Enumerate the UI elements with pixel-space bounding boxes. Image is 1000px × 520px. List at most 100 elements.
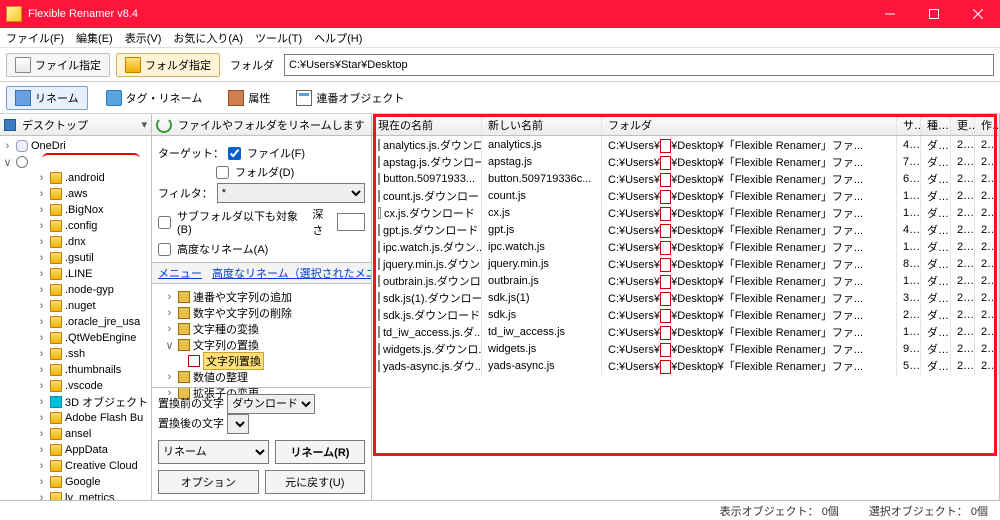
tree-folder[interactable]: ›ly_metrics xyxy=(2,490,149,500)
col-updated[interactable]: 更... xyxy=(951,114,975,135)
run-button[interactable]: リネーム(R) xyxy=(275,440,365,464)
ops-node[interactable]: ∨文字列の置換 xyxy=(164,337,365,353)
tree-root-label[interactable]: デスクトップ xyxy=(22,117,135,133)
ops-menu-tab[interactable]: メニュー xyxy=(158,265,202,281)
tree-folder[interactable]: ›.nuget xyxy=(2,298,149,314)
ops-node[interactable]: ›数値の整理 xyxy=(164,369,365,385)
after-label: 置換後の文字 xyxy=(158,418,224,430)
col-current[interactable]: 現在の名前 xyxy=(372,114,482,135)
menubar: ファイル(F) 編集(E) 表示(V) お気に入り(A) ツール(T) ヘルプ(… xyxy=(0,28,1000,48)
folder-spec-button[interactable]: フォルダ指定 xyxy=(116,53,220,77)
folder-icon xyxy=(50,252,62,264)
folder-icon xyxy=(50,204,62,216)
menu-favorites[interactable]: お気に入り(A) xyxy=(173,30,243,46)
tree-folder[interactable]: ›Adobe Flash Bu xyxy=(2,410,149,426)
file-list-pane: 現在の名前 新しい名前 フォルダ サ... 種類 更... 作... analy… xyxy=(372,114,1000,500)
options-button[interactable]: オプション xyxy=(158,470,259,494)
tag-rename-mode-button[interactable]: タグ・リネーム xyxy=(98,87,211,109)
tree-folder[interactable]: ›.aws xyxy=(2,186,149,202)
folder-icon xyxy=(50,284,62,296)
tree-folder[interactable]: ›Google xyxy=(2,474,149,490)
action-combo[interactable]: リネーム xyxy=(158,440,269,464)
subfolders-checkbox[interactable] xyxy=(158,216,171,229)
tree-folder[interactable]: ›.config xyxy=(2,218,149,234)
ops-node[interactable]: ›数字や文字列の削除 xyxy=(164,305,365,321)
ops-node-icon xyxy=(178,291,190,303)
col-size[interactable]: サ... xyxy=(897,114,921,135)
menu-help[interactable]: ヘルプ(H) xyxy=(314,30,362,46)
tree-folder[interactable]: ›.LINE xyxy=(2,266,149,282)
tree-folder[interactable]: ›.android xyxy=(2,170,149,186)
tree-folder[interactable]: ›.BigNox xyxy=(2,202,149,218)
after-input[interactable] xyxy=(227,414,249,434)
attr-mode-button[interactable]: 属性 xyxy=(220,87,278,109)
before-label: 置換前の文字 xyxy=(158,398,224,410)
tree-node[interactable]: ∨ xyxy=(2,154,149,170)
col-author[interactable]: 作... xyxy=(975,114,999,135)
minimize-button[interactable] xyxy=(868,0,912,28)
ops-node[interactable]: ›文字種の変換 xyxy=(164,321,365,337)
path-input[interactable] xyxy=(284,54,994,76)
operations-tree[interactable]: ›連番や文字列の追加›数字や文字列の削除›文字種の変換∨文字列の置換文字列置換›… xyxy=(164,289,365,401)
chevron-down-icon[interactable]: ▾ xyxy=(141,118,147,131)
file-icon xyxy=(378,258,380,270)
ops-node[interactable]: ›連番や文字列の追加 xyxy=(164,289,365,305)
tree-folder[interactable]: ›AppData xyxy=(2,442,149,458)
advanced-checkbox[interactable] xyxy=(158,243,171,256)
before-input[interactable]: ダウンロード xyxy=(227,394,315,414)
menu-tools[interactable]: ツール(T) xyxy=(255,30,302,46)
folder-icon xyxy=(50,428,62,440)
folder-label: フォルダ xyxy=(226,57,278,73)
tree-folder[interactable]: ›.vscode xyxy=(2,378,149,394)
tree-folder[interactable]: ›.gsutil xyxy=(2,250,149,266)
tree-folder[interactable]: ›.thumbnails xyxy=(2,362,149,378)
tree-folder[interactable]: ›.dnx xyxy=(2,234,149,250)
tree-folder[interactable]: ›ansel xyxy=(2,426,149,442)
folder-icon xyxy=(50,460,62,472)
target-file-checkbox[interactable] xyxy=(228,147,241,160)
cloud-icon xyxy=(16,140,28,152)
tree-folder[interactable]: ›.node-gyp xyxy=(2,282,149,298)
menu-view[interactable]: 表示(V) xyxy=(125,30,162,46)
ops-advanced-tab[interactable]: 高度なリネーム（選択されたメニュー項 xyxy=(212,265,372,281)
refresh-icon[interactable] xyxy=(156,117,172,133)
target-folder-checkbox[interactable] xyxy=(216,166,229,179)
list-row[interactable]: yads-async.js.ダウ...yads-async.jsC:¥Users… xyxy=(372,357,999,374)
file-list[interactable]: analytics.js.ダウンロ...analytics.jsC:¥Users… xyxy=(372,136,999,374)
folder-tree-pane: デスクトップ ▾ ›OneDri∨›.android›.aws›.BigNox›… xyxy=(0,114,152,500)
titlebar: Flexible Renamer v8.4 xyxy=(0,0,1000,28)
ops-node-selected[interactable]: 文字列置換 xyxy=(164,353,365,369)
undo-button[interactable]: 元に戻す(U) xyxy=(265,470,366,494)
rename-mode-button[interactable]: リネーム xyxy=(6,86,88,110)
tree-folder[interactable]: ›.oracle_jre_usa xyxy=(2,314,149,330)
col-new[interactable]: 新しい名前 xyxy=(482,114,602,135)
folder-icon xyxy=(50,380,62,392)
tree-folder[interactable]: ›.ssh xyxy=(2,346,149,362)
desktop-icon xyxy=(4,119,16,131)
col-folder[interactable]: フォルダ xyxy=(602,114,897,135)
mode-toolbar: リネーム タグ・リネーム 属性 連番オブジェクト xyxy=(0,82,1000,114)
tree-node[interactable]: ›OneDri xyxy=(2,138,149,154)
folder-icon xyxy=(50,188,62,200)
ops-node-icon xyxy=(178,307,190,319)
file-icon xyxy=(378,207,381,219)
folder-tree[interactable]: ›OneDri∨›.android›.aws›.BigNox›.config›.… xyxy=(0,136,151,500)
tree-folder[interactable]: ›Creative Cloud xyxy=(2,458,149,474)
tree-folder[interactable]: ›3D オブジェクト xyxy=(2,394,149,410)
close-button[interactable] xyxy=(956,0,1000,28)
folder-icon xyxy=(50,492,62,500)
tree-folder[interactable]: ›.QtWebEngine xyxy=(2,330,149,346)
menu-file[interactable]: ファイル(F) xyxy=(6,30,64,46)
folder-icon xyxy=(50,236,62,248)
menu-edit[interactable]: 編集(E) xyxy=(76,30,113,46)
sequence-mode-button[interactable]: 連番オブジェクト xyxy=(288,87,412,109)
folder-icon xyxy=(50,172,62,184)
filter-select[interactable]: * xyxy=(217,183,365,203)
folder-icon xyxy=(50,300,62,312)
col-kind[interactable]: 種類 xyxy=(921,114,951,135)
operations-pane: ファイルやフォルダをリネームします ターゲット： ファイル(F) フォルダ(D)… xyxy=(152,114,372,500)
maximize-button[interactable] xyxy=(912,0,956,28)
folder-icon xyxy=(50,476,62,488)
depth-input[interactable] xyxy=(337,213,365,231)
file-spec-button[interactable]: ファイル指定 xyxy=(6,53,110,77)
